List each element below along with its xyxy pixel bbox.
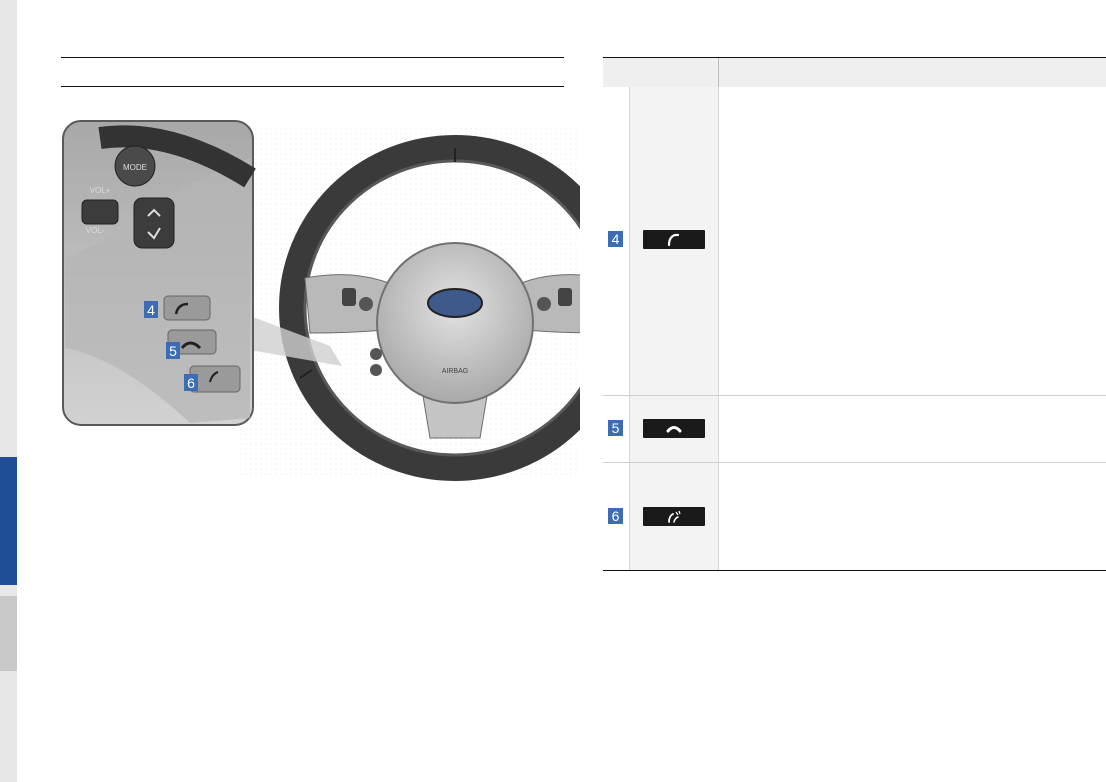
- mode-button-label: MODE: [123, 163, 147, 172]
- section-rule-top: [61, 57, 564, 58]
- row-icon-cell: [630, 396, 719, 462]
- call-icon: [643, 230, 705, 249]
- row-number-badge: 4: [608, 231, 623, 247]
- chapter-tab-active: [0, 457, 17, 585]
- callout-6: 6: [187, 375, 195, 391]
- row-description: [719, 463, 1106, 570]
- table-row: 5: [603, 396, 1106, 463]
- table-row: 4: [603, 87, 1106, 396]
- section-rule-bottom: [61, 86, 564, 87]
- table-row: 6: [603, 463, 1106, 571]
- end-call-icon: [643, 419, 705, 438]
- row-icon-cell: [630, 463, 719, 570]
- table-header: [603, 57, 1106, 88]
- steering-wheel-illustration: AIRBAG MODE VOL+ VOL- 4 5 6: [62, 120, 580, 481]
- controls-inset: MODE VOL+ VOL- 4 5 6: [62, 120, 256, 426]
- row-number-cell: 5: [603, 396, 630, 462]
- row-icon-cell: [630, 87, 719, 395]
- airbag-label: AIRBAG: [442, 368, 468, 375]
- row-number-cell: 4: [603, 87, 630, 395]
- chapter-tab: [0, 596, 17, 671]
- row-number-badge: 6: [608, 508, 623, 524]
- row-number-badge: 5: [608, 420, 623, 436]
- row-description: [719, 87, 1106, 395]
- row-number-cell: 6: [603, 463, 630, 570]
- row-description: [719, 396, 1106, 462]
- vol-up-label: VOL+: [90, 186, 111, 195]
- voice-recognition-icon: [643, 507, 705, 526]
- callout-4: 4: [147, 302, 155, 318]
- table-header-divider: [718, 58, 719, 87]
- vol-down-label: VOL-: [86, 226, 105, 235]
- callout-5: 5: [169, 343, 177, 359]
